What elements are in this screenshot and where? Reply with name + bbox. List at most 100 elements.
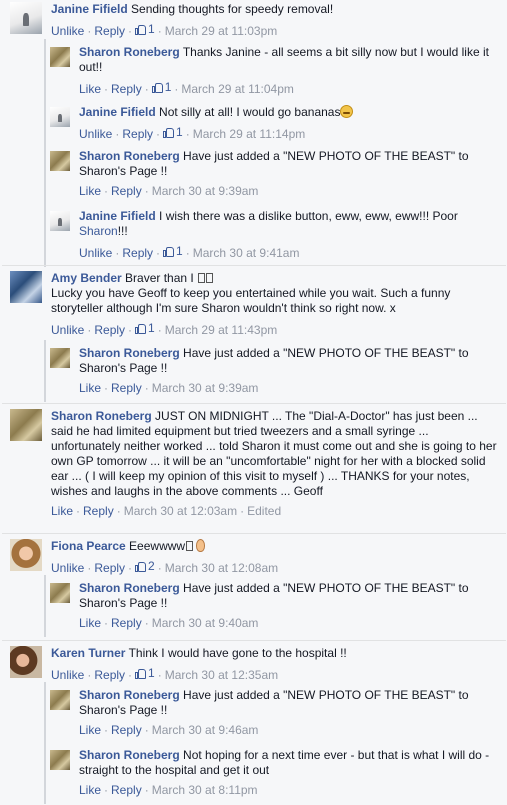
grimace-emoji-icon: [340, 105, 354, 118]
unlike-button[interactable]: Unlike: [79, 127, 112, 141]
like-button[interactable]: Like: [79, 184, 101, 198]
commenter-name[interactable]: Fiona Pearce: [51, 539, 126, 553]
unlike-button[interactable]: Unlike: [51, 668, 84, 682]
avatar[interactable]: [50, 47, 70, 67]
reply-button[interactable]: Reply: [94, 668, 125, 682]
like-count[interactable]: 2: [135, 559, 155, 574]
thumbs-up-icon: [135, 323, 147, 334]
reply-button[interactable]: Reply: [111, 783, 142, 797]
avatar[interactable]: [10, 646, 42, 678]
reply-button[interactable]: Reply: [94, 323, 125, 337]
like-count[interactable]: 1: [163, 244, 183, 259]
thumbs-up-icon: [135, 668, 147, 679]
comment: Sharon Roneberg JUST ON MIDNIGHT ... The…: [2, 403, 506, 519]
edited-label[interactable]: Edited: [247, 504, 281, 518]
comment: Janine Fifield Sending thoughts for spee…: [10, 2, 500, 39]
reply-button[interactable]: Reply: [122, 127, 153, 141]
like-button[interactable]: Like: [51, 504, 73, 518]
avatar[interactable]: [50, 211, 70, 231]
comment: Karen Turner Think I would have gone to …: [2, 640, 506, 683]
commenter-name[interactable]: Janine Fifield: [79, 209, 156, 223]
avatar[interactable]: [50, 690, 70, 710]
reply-button[interactable]: Reply: [94, 561, 125, 575]
like-count[interactable]: 1: [163, 125, 183, 140]
reply-button[interactable]: Reply: [83, 504, 114, 518]
timestamp[interactable]: March 30 at 12:08am: [165, 561, 278, 575]
reply: Janine Fifield I wish there was a dislik…: [44, 203, 500, 267]
timestamp[interactable]: March 29 at 11:04pm: [181, 82, 294, 96]
comment-text: Sending thoughts for speedy removal!: [131, 2, 334, 16]
thumbs-up-icon: [163, 127, 175, 138]
reply: Sharon Roneberg Have just added a "NEW P…: [44, 143, 500, 205]
like-count[interactable]: 1: [135, 321, 155, 336]
reply: Sharon Roneberg Have just added a "NEW P…: [44, 575, 500, 637]
unlike-button[interactable]: Unlike: [51, 323, 84, 337]
mention-link[interactable]: Sharon: [79, 224, 118, 238]
commenter-name[interactable]: Janine Fifield: [79, 105, 156, 119]
comment: Fiona Pearce Eeewwww Unlike · Reply · 2 · Marc…: [2, 533, 506, 576]
avatar[interactable]: [50, 583, 70, 603]
timestamp[interactable]: March 29 at 11:14pm: [193, 127, 306, 141]
avatar[interactable]: [50, 107, 70, 127]
commenter-name[interactable]: Sharon Roneberg: [79, 149, 180, 163]
like-button[interactable]: Like: [79, 616, 101, 630]
reply-button[interactable]: Reply: [111, 184, 142, 198]
like-button[interactable]: Like: [79, 723, 101, 737]
thumbs-up-icon: [151, 82, 163, 93]
timestamp[interactable]: March 30 at 9:46am: [152, 723, 259, 737]
comment-text: Lucky you have Geoff to keep you enterta…: [51, 286, 451, 315]
comment-text: Think I would have gone to the hospital …: [128, 646, 347, 660]
commenter-name[interactable]: Janine Fifield: [51, 2, 128, 16]
avatar[interactable]: [10, 539, 42, 571]
unlike-button[interactable]: Unlike: [51, 561, 84, 575]
thumbs-up-icon: [135, 561, 147, 572]
reply-button[interactable]: Reply: [111, 82, 142, 96]
timestamp[interactable]: March 30 at 12:35am: [165, 668, 278, 682]
reply-button[interactable]: Reply: [111, 723, 142, 737]
reply: Sharon Roneberg Thanks Janine - all seem…: [44, 39, 500, 103]
timestamp[interactable]: March 30 at 9:40am: [152, 616, 259, 630]
comment-text: Not silly at all! I would go bananas: [159, 105, 341, 119]
timestamp[interactable]: March 30 at 9:39am: [152, 184, 259, 198]
reply-button[interactable]: Reply: [94, 24, 125, 38]
reply-button[interactable]: Reply: [122, 246, 153, 260]
reply: Sharon Roneberg Not hoping for a next ti…: [44, 742, 500, 804]
like-count[interactable]: 1: [151, 80, 171, 95]
reply-button[interactable]: Reply: [111, 381, 142, 395]
commenter-name[interactable]: Karen Turner: [51, 646, 125, 660]
timestamp[interactable]: March 29 at 11:03pm: [165, 24, 278, 38]
avatar[interactable]: [10, 271, 42, 303]
reply: Sharon Roneberg Have just added a "NEW P…: [44, 682, 500, 744]
reply-button[interactable]: Reply: [111, 616, 142, 630]
commenter-name[interactable]: Sharon Roneberg: [51, 409, 152, 423]
reply: Sharon Roneberg Have just added a "NEW P…: [44, 340, 500, 402]
commenter-name[interactable]: Sharon Roneberg: [79, 581, 180, 595]
comment-text-end: !!!: [117, 224, 128, 238]
commenter-name[interactable]: Amy Bender: [51, 271, 122, 285]
like-button[interactable]: Like: [79, 783, 101, 797]
ear-emoji-icon: [196, 539, 206, 552]
timestamp[interactable]: March 30 at 9:41am: [193, 246, 300, 260]
unlike-button[interactable]: Unlike: [79, 246, 112, 260]
comment-text: Eeewwww: [129, 539, 186, 553]
like-button[interactable]: Like: [79, 381, 101, 395]
commenter-name[interactable]: Sharon Roneberg: [79, 748, 180, 762]
avatar[interactable]: [50, 750, 70, 770]
avatar[interactable]: [50, 151, 70, 171]
like-count[interactable]: 1: [135, 666, 155, 681]
timestamp[interactable]: March 29 at 11:43pm: [165, 323, 278, 337]
commenter-name[interactable]: Sharon Roneberg: [79, 688, 180, 702]
comment-text: Braver than I: [125, 271, 194, 285]
avatar[interactable]: [50, 348, 70, 368]
timestamp[interactable]: March 30 at 8:11pm: [152, 783, 258, 797]
avatar[interactable]: [10, 409, 42, 441]
timestamp[interactable]: March 30 at 12:03am: [124, 504, 237, 518]
commenter-name[interactable]: Sharon Roneberg: [79, 45, 180, 59]
unlike-button[interactable]: Unlike: [51, 24, 84, 38]
timestamp[interactable]: March 30 at 9:39am: [152, 381, 259, 395]
like-count[interactable]: 1: [135, 22, 155, 37]
commenter-name[interactable]: Sharon Roneberg: [79, 346, 180, 360]
missing-glyph-icon: [186, 541, 194, 551]
avatar[interactable]: [10, 2, 42, 34]
like-button[interactable]: Like: [79, 82, 101, 96]
